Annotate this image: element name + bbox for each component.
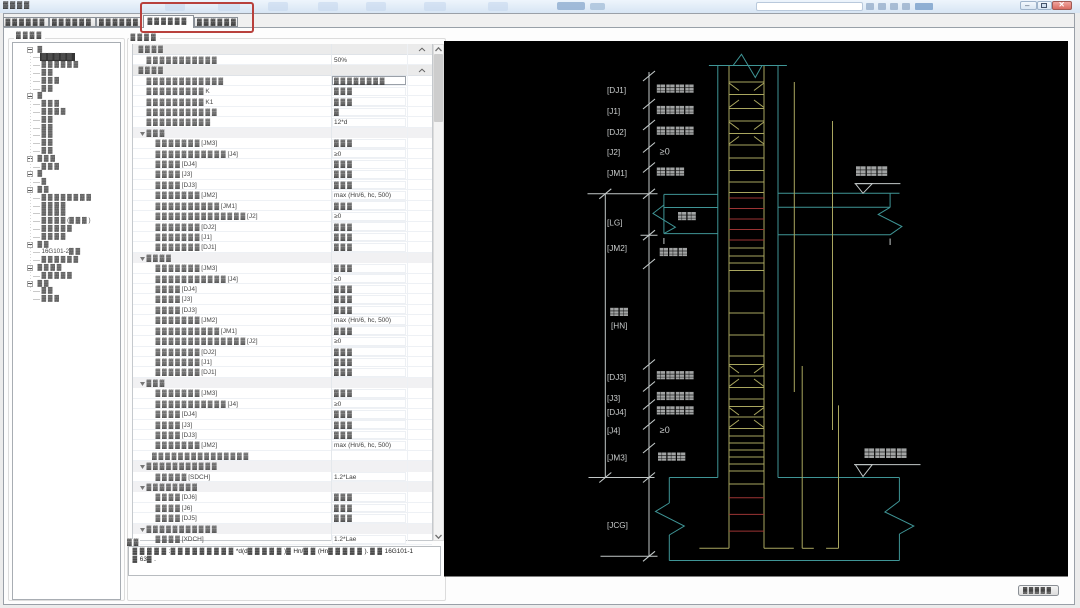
svg-text:≥0: ≥0 [659, 425, 669, 435]
svg-text:[JM3]: [JM3] [607, 454, 627, 463]
svg-text:[DJ4]: [DJ4] [607, 408, 626, 417]
svg-text:[DJ2]: [DJ2] [607, 128, 626, 137]
svg-text:[HN]: [HN] [611, 322, 627, 331]
svg-text:[LG]: [LG] [607, 219, 622, 228]
svg-text:[JM1]: [JM1] [607, 169, 627, 178]
svg-text:[DJ1]: [DJ1] [607, 86, 626, 95]
svg-text:[J4]: [J4] [607, 426, 620, 435]
svg-text:[J1]: [J1] [607, 107, 620, 116]
svg-text:[J3]: [J3] [607, 394, 620, 403]
svg-text:[DJ3]: [DJ3] [607, 373, 626, 382]
svg-text:[JM2]: [JM2] [607, 244, 627, 253]
svg-text:[JCG]: [JCG] [607, 521, 628, 530]
svg-text:≥0: ≥0 [659, 147, 669, 157]
svg-text:[J2]: [J2] [607, 148, 620, 157]
